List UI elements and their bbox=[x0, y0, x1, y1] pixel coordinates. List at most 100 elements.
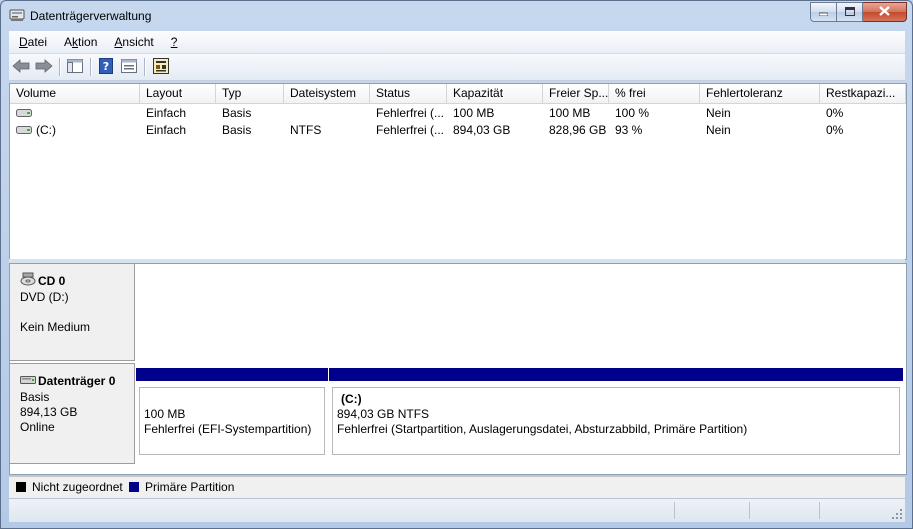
column-header-volume[interactable]: Volume bbox=[10, 84, 140, 103]
menu-aktion[interactable]: Aktion bbox=[54, 35, 104, 49]
console-tree-button[interactable] bbox=[65, 57, 85, 77]
partition-body: (C:) 894,03 GB NTFS Fehlerfrei (Startpar… bbox=[332, 387, 900, 455]
legend-unallocated: Nicht zugeordnet bbox=[32, 480, 123, 494]
volume-cell: (C:) bbox=[10, 122, 140, 139]
dateisystem-cell bbox=[284, 105, 370, 122]
toolbar: ? bbox=[9, 54, 905, 81]
toolbar-separator bbox=[144, 58, 146, 76]
help-button[interactable]: ? bbox=[96, 57, 116, 77]
close-icon bbox=[879, 5, 890, 19]
menu-ansicht[interactable]: Ansicht bbox=[104, 35, 160, 49]
column-header-status[interactable]: Status bbox=[370, 84, 447, 103]
menu-ansicht-rest: nsicht bbox=[122, 35, 154, 49]
disk-name: CD 0 bbox=[38, 274, 66, 288]
resize-grip-icon[interactable] bbox=[891, 508, 903, 520]
volume-cell bbox=[10, 105, 140, 122]
menu-datei[interactable]: Datei bbox=[9, 35, 54, 49]
console-tree-icon bbox=[67, 58, 83, 76]
volume-list[interactable]: Volume Layout Typ Dateisystem Status Kap… bbox=[9, 83, 907, 260]
legend: Nicht zugeordnet Primäre Partition bbox=[9, 476, 905, 498]
drive-icon bbox=[16, 122, 32, 139]
disk-label-cd0[interactable]: CD 0 DVD (D:) Kein Medium bbox=[10, 264, 135, 361]
settings-button[interactable] bbox=[151, 57, 171, 77]
freier-speicher-cell: 100 MB bbox=[549, 106, 591, 120]
fehlertoleranz-cell: Nein bbox=[706, 106, 731, 120]
partition-type-bar bbox=[136, 368, 328, 381]
status-cell: Fehlerfrei (... bbox=[376, 123, 445, 137]
disk-name: Datenträger 0 bbox=[38, 374, 116, 388]
disk-label-disk0[interactable]: Datenträger 0 Basis 894,13 GB Online bbox=[10, 363, 135, 464]
hard-disk-icon bbox=[20, 374, 36, 388]
column-header-dateisystem[interactable]: Dateisystem bbox=[284, 84, 370, 103]
restkapazitaet-cell: 0% bbox=[826, 123, 844, 137]
fehlertoleranz-cell: Nein bbox=[706, 123, 731, 137]
partition-size: 100 MB bbox=[144, 407, 186, 421]
table-row[interactable]: (C:) Einfach Basis NTFS Fehlerfrei (... … bbox=[10, 122, 906, 139]
column-header-layout[interactable]: Layout bbox=[140, 84, 216, 103]
column-header-prozent-frei[interactable]: % frei bbox=[609, 84, 700, 103]
column-header-typ[interactable]: Typ bbox=[216, 84, 284, 103]
menu-help[interactable]: ? bbox=[161, 35, 185, 49]
properties-pane-icon bbox=[121, 58, 137, 76]
dateisystem-cell: NTFS bbox=[290, 123, 322, 137]
table-row[interactable]: Einfach Basis Fehlerfrei (... 100 MB 100… bbox=[10, 105, 906, 122]
forward-button[interactable] bbox=[34, 57, 54, 77]
status-bar bbox=[9, 498, 905, 522]
svg-text:?: ? bbox=[103, 60, 109, 73]
column-header-restkapazitaet[interactable]: Restkapazi... bbox=[820, 84, 906, 103]
menu-datei-mnemonic: D bbox=[19, 35, 28, 49]
window: Datenträgerverwaltung Datei Aktion Ansic… bbox=[0, 0, 913, 529]
list-header: Volume Layout Typ Dateisystem Status Kap… bbox=[10, 84, 906, 104]
toolbar-separator bbox=[90, 58, 92, 76]
column-header-freier-speicher[interactable]: Freier Sp... bbox=[543, 84, 609, 103]
disk-size: 894,13 GB bbox=[20, 405, 78, 419]
partition-status: Fehlerfrei (EFI-Systempartition) bbox=[144, 422, 312, 436]
status-bar-cell bbox=[674, 502, 750, 519]
column-header-kapazitaet[interactable]: Kapazität bbox=[447, 84, 543, 103]
help-icon: ? bbox=[99, 57, 113, 77]
properties-pane-button[interactable] bbox=[119, 57, 139, 77]
title-bar[interactable]: Datenträgerverwaltung bbox=[1, 1, 912, 31]
disk-type: DVD (D:) bbox=[20, 290, 69, 304]
menu-aktion-rest: tion bbox=[78, 35, 98, 49]
kapazitaet-cell: 894,03 GB bbox=[453, 123, 511, 137]
primary-partition-swatch bbox=[129, 482, 139, 492]
minimize-icon bbox=[818, 5, 829, 19]
partition-type-bar bbox=[329, 368, 903, 381]
layout-cell: Einfach bbox=[146, 123, 187, 137]
disk-separator bbox=[10, 361, 906, 364]
back-arrow-icon bbox=[12, 58, 30, 76]
partition-body: 100 MB Fehlerfrei (EFI-Systempartition) bbox=[139, 387, 325, 455]
minimize-button[interactable] bbox=[810, 2, 837, 22]
partition-efi[interactable]: 100 MB Fehlerfrei (EFI-Systempartition) bbox=[136, 368, 328, 458]
disk-type: Basis bbox=[20, 390, 50, 404]
menu-aktion-pre: A bbox=[64, 35, 73, 49]
maximize-button[interactable] bbox=[837, 2, 863, 22]
menu-help-mnemonic: ? bbox=[170, 35, 178, 49]
freier-speicher-cell: 828,96 GB bbox=[549, 123, 607, 137]
maximize-icon bbox=[844, 5, 855, 19]
disk-graphical-view[interactable]: CD 0 DVD (D:) Kein Medium Datenträger 0 … bbox=[9, 263, 907, 475]
forward-arrow-icon bbox=[35, 58, 53, 76]
back-button[interactable] bbox=[11, 57, 31, 77]
partition-title: (C:) bbox=[341, 392, 362, 406]
unallocated-swatch bbox=[16, 482, 26, 492]
volume-name: (C:) bbox=[36, 123, 56, 137]
status-bar-cell bbox=[749, 502, 820, 519]
disk-status: Online bbox=[20, 420, 55, 434]
drive-icon bbox=[16, 105, 32, 122]
partition-size: 894,03 GB NTFS bbox=[337, 407, 430, 421]
disk-media-status: Kein Medium bbox=[20, 320, 91, 334]
cd0-media-area bbox=[135, 264, 906, 360]
column-header-fehlertoleranz[interactable]: Fehlertoleranz bbox=[700, 84, 820, 103]
disk-management-icon bbox=[9, 8, 25, 25]
partition-status: Fehlerfrei (Startpartition, Auslagerungs… bbox=[337, 422, 748, 436]
typ-cell: Basis bbox=[222, 123, 252, 137]
restkapazitaet-cell: 0% bbox=[826, 106, 844, 120]
window-title: Datenträgerverwaltung bbox=[30, 9, 152, 23]
typ-cell: Basis bbox=[222, 106, 252, 120]
partition-c[interactable]: (C:) 894,03 GB NTFS Fehlerfrei (Startpar… bbox=[329, 368, 903, 458]
kapazitaet-cell: 100 MB bbox=[453, 106, 495, 120]
legend-primary-partition: Primäre Partition bbox=[145, 480, 235, 494]
close-button[interactable] bbox=[863, 2, 907, 22]
